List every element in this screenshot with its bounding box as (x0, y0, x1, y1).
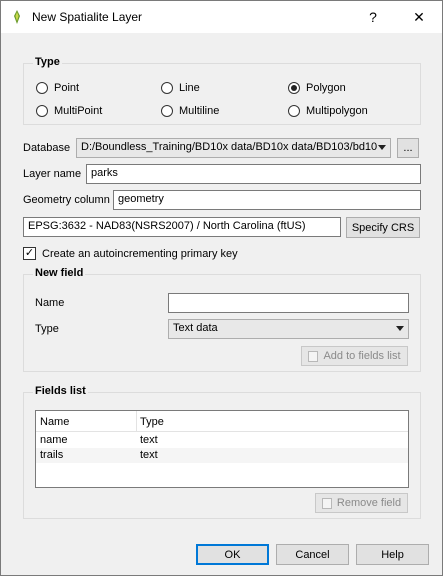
title-help-button[interactable]: ? (350, 1, 396, 33)
fields-list-group-title: Fields list (33, 385, 88, 397)
primary-key-checkbox[interactable]: ✓ Create an autoincrementing primary key (23, 247, 238, 260)
radio-multiline-label: Multiline (179, 105, 220, 117)
remove-field-label: Remove field (336, 497, 402, 509)
radio-polygon[interactable]: Polygon (288, 82, 346, 94)
add-field-icon (308, 350, 319, 362)
radio-line-label: Line (179, 82, 200, 94)
radio-point-label: Point (54, 82, 80, 94)
type-group-title: Type (33, 56, 62, 68)
database-value: D:/Boundless_Training/BD10x data/BD10x d… (81, 141, 378, 153)
column-header-name[interactable]: Name (40, 416, 69, 428)
ok-button[interactable]: OK (196, 544, 269, 565)
radio-indicator (36, 105, 48, 117)
database-select[interactable]: D:/Boundless_Training/BD10x data/BD10x d… (76, 138, 391, 158)
radio-indicator-selected (288, 82, 300, 94)
add-to-fields-button[interactable]: Add to fields list (301, 346, 408, 366)
help-button[interactable]: Help (356, 544, 429, 565)
radio-multiline[interactable]: Multiline (161, 105, 219, 117)
close-icon[interactable]: ✕ (396, 1, 442, 33)
qgis-icon (14, 10, 20, 24)
row-name-cell: name (40, 434, 68, 446)
radio-polygon-label: Polygon (306, 82, 346, 94)
row-type-cell: text (140, 449, 158, 461)
radio-multipolygon-label: Multipolygon (306, 105, 368, 117)
radio-indicator (161, 82, 173, 94)
layer-name-label: Layer name (23, 168, 82, 180)
title-bar[interactable]: New Spatialite Layer ? ✕ (1, 1, 442, 33)
field-name-label: Name (35, 297, 65, 309)
crs-field[interactable]: EPSG:3632 - NAD83(NSRS2007) / North Caro… (23, 217, 341, 237)
radio-point[interactable]: Point (36, 82, 79, 94)
field-type-select[interactable]: Text data (168, 319, 409, 339)
radio-multipolygon[interactable]: Multipolygon (288, 105, 368, 117)
new-field-group-title: New field (33, 267, 86, 279)
primary-key-label: Create an autoincrementing primary key (42, 247, 238, 260)
chevron-down-icon (378, 145, 386, 150)
radio-indicator (288, 105, 300, 117)
field-name-input[interactable] (168, 293, 409, 313)
dialog-window: New Spatialite Layer ? ✕ Type Point Line… (0, 0, 443, 576)
specify-crs-button[interactable]: Specify CRS (346, 217, 420, 238)
browse-database-button[interactable]: ... (397, 138, 419, 158)
database-label: Database (23, 142, 71, 154)
chevron-down-icon (396, 326, 404, 331)
add-to-fields-label: Add to fields list (323, 350, 401, 362)
radio-indicator (161, 105, 173, 117)
remove-field-icon (321, 497, 332, 509)
fields-table[interactable]: Name Type name text trails text (35, 410, 409, 488)
checkmark-icon: ✓ (23, 247, 36, 260)
radio-indicator (36, 82, 48, 94)
table-row[interactable]: name text (36, 433, 408, 448)
geometry-column-label: Geometry column (23, 194, 110, 206)
radio-multipoint[interactable]: MultiPoint (36, 105, 102, 117)
window-title: New Spatialite Layer (32, 10, 143, 24)
row-name-cell: trails (40, 449, 64, 461)
table-row[interactable]: trails text (36, 448, 408, 463)
row-type-cell: text (140, 434, 158, 446)
radio-line[interactable]: Line (161, 82, 200, 94)
geometry-column-input[interactable]: geometry (113, 190, 421, 210)
radio-multipoint-label: MultiPoint (54, 105, 103, 117)
field-type-value: Text data (173, 322, 218, 334)
cancel-button[interactable]: Cancel (276, 544, 349, 565)
table-header: Name Type (36, 411, 408, 432)
column-divider (136, 411, 137, 432)
remove-field-button[interactable]: Remove field (315, 493, 408, 513)
field-type-label: Type (35, 323, 59, 335)
layer-name-input[interactable]: parks (86, 164, 421, 184)
column-header-type[interactable]: Type (140, 416, 164, 428)
